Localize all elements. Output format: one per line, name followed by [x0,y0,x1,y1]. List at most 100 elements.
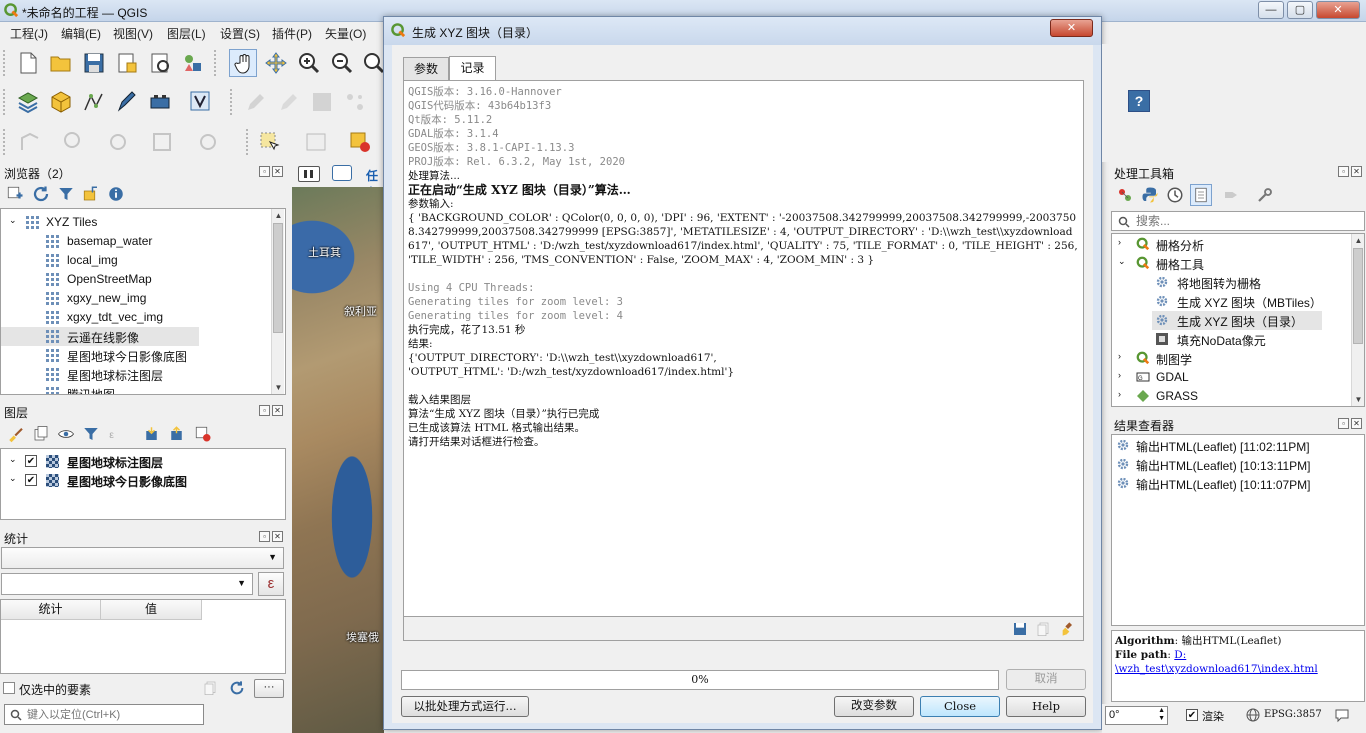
select-features-icon[interactable] [258,130,282,154]
dock-float-button[interactable]: ▫ [259,166,270,177]
toolbox-search-box[interactable] [1111,211,1365,231]
identify-icon[interactable] [62,130,86,154]
style-brush-icon[interactable] [7,425,25,443]
spin-arrows-icon[interactable]: ▲ ▼ [1158,707,1165,723]
collapse-arrow-icon[interactable]: ⌄ [9,473,17,484]
globe-icon[interactable] [1246,708,1260,722]
models-icon[interactable] [1116,186,1134,204]
remove-layer-icon[interactable] [194,425,212,443]
dock-float-button[interactable]: ▫ [259,531,270,542]
new-geopackage-icon[interactable] [49,90,73,114]
diagram-icon[interactable] [196,130,220,154]
toolbox-scroll-thumb[interactable] [1353,248,1363,344]
result-item[interactable]: 输出HTML(Leaflet) [10:13:11PM] [1112,455,1364,474]
log-textarea[interactable]: QGIS版本: 3.16.0-Hannover QGIS代码版本: 43b64b1… [403,80,1084,617]
toolbox-search-input[interactable] [1136,213,1356,229]
collapse-arrow-icon[interactable]: ⌄ [9,454,17,465]
chevron-right-icon[interactable]: › [1118,370,1121,380]
data-source-manager-icon[interactable] [16,90,40,114]
browser-item[interactable]: xgxy_tdt_vec_img [1,308,271,327]
stats-layer-combo[interactable]: ▼ [1,547,284,569]
scroll-down-arrow[interactable]: ▼ [272,381,285,394]
dock-close-button[interactable]: ✕ [1351,418,1362,429]
new-project-icon[interactable] [16,51,40,75]
copy-log-icon[interactable] [1036,621,1052,637]
browser-item[interactable]: 云遥在线影像 [1,327,199,346]
options-wrench-icon[interactable] [1256,186,1274,204]
toolbox-algorithm[interactable]: 填充NoData像元 [1112,330,1350,349]
toolbox-group[interactable]: › G GDAL [1112,368,1350,387]
scroll-up-arrow[interactable]: ▲ [272,209,285,222]
menu-layer[interactable]: 图层(L) [167,25,206,42]
add-selected-layers-icon[interactable] [6,185,24,203]
refresh-stats-icon[interactable] [229,680,245,696]
toolbox-scrollbar[interactable]: ▲ ▼ [1351,234,1364,406]
label-icon[interactable] [150,130,174,154]
scroll-down-arrow[interactable]: ▼ [1352,393,1364,406]
speech-bubble-icon[interactable] [332,165,352,181]
dock-float-button[interactable]: ▫ [259,405,270,416]
browser-item[interactable]: 星图地球今日影像底图 [1,346,271,365]
dock-close-button[interactable]: ✕ [272,405,283,416]
filter-expression-icon[interactable]: ε [107,425,133,443]
browser-item[interactable]: 星图地球标注图层 [1,365,271,384]
filepath-link-part1[interactable]: D: [1174,649,1186,661]
digitize-icon[interactable] [115,90,139,114]
layer-item[interactable]: ⌄ ✔ 星图地球今日影像底图 [1,471,285,490]
stats-more-button[interactable]: ··· [254,679,284,698]
collapse-all-layers-icon[interactable] [169,425,187,443]
panel-toggle-icon[interactable] [298,166,320,182]
chevron-right-icon[interactable]: › [1118,389,1121,399]
copy-icon[interactable] [203,680,219,696]
save-log-icon[interactable] [1012,621,1028,637]
toolbar-grip[interactable] [3,129,7,155]
stats-field-combo[interactable]: ▼ [1,573,253,595]
render-checkbox[interactable]: ✔ [1186,709,1198,721]
toolbar-grip[interactable] [230,89,234,115]
attribute-table-icon[interactable] [304,130,328,154]
temporary-layer-icon[interactable] [148,90,172,114]
save-edits-icon[interactable] [310,90,334,114]
edit-pencil-icon[interactable] [244,90,268,114]
result-item[interactable]: 输出HTML(Leaflet) [10:11:07PM] [1112,474,1364,493]
pan-to-selection-icon[interactable] [264,51,288,75]
toolbox-algorithm[interactable]: 将地图转为栅格 [1112,273,1350,292]
filter-legend-icon[interactable] [82,425,100,443]
scroll-up-arrow[interactable]: ▲ [1352,234,1364,247]
toolbar-grip[interactable] [3,89,7,115]
layer-visibility-checkbox[interactable]: ✔ [25,474,37,486]
maximize-button[interactable]: ▢ [1287,1,1313,19]
browser-scrollbar[interactable]: ▲ ▼ [271,209,284,394]
menu-view[interactable]: 视图(V) [113,25,153,42]
toolbox-algorithm[interactable]: 生成 XYZ 图块（MBTiles） [1112,292,1350,311]
toolbar-grip[interactable] [3,50,7,76]
open-project-icon[interactable] [49,51,73,75]
edit-in-place-icon[interactable] [1222,186,1240,204]
change-params-button[interactable]: 改变参数 [834,696,914,717]
deselect-icon[interactable] [348,130,372,154]
history-icon[interactable] [1166,186,1184,204]
stats-col-value[interactable]: 值 [101,600,202,620]
selected-only-checkbox[interactable] [3,682,15,694]
tab-log[interactable]: 记录 [449,56,496,81]
dock-close-button[interactable]: ✕ [1351,166,1362,177]
info-icon[interactable] [107,185,125,203]
zoom-out-icon[interactable] [330,51,354,75]
dock-float-button[interactable]: ▫ [1338,418,1349,429]
browser-item[interactable]: xgxy_new_img [1,289,271,308]
chevron-right-icon[interactable]: › [1118,237,1121,247]
chevron-right-icon[interactable]: › [1118,351,1121,361]
dock-close-button[interactable]: ✕ [272,531,283,542]
menu-edit[interactable]: 编辑(E) [61,25,101,42]
help-contents-icon[interactable]: ? [1128,90,1150,112]
crs-label[interactable]: EPSG:3857 [1264,709,1322,720]
toolbox-algorithm[interactable]: 生成 XYZ 图块（目录） [1152,311,1322,330]
refresh-icon[interactable] [32,185,50,203]
locator-input[interactable] [27,706,197,723]
help-button[interactable]: Help [1006,696,1086,717]
menu-vector[interactable]: 矢量(O) [325,25,366,42]
collapse-arrow-icon[interactable]: ⌄ [9,215,17,226]
close-button[interactable]: Close [920,696,1000,717]
minimize-button[interactable]: — [1258,1,1284,19]
toolbar-grip[interactable] [246,129,250,155]
